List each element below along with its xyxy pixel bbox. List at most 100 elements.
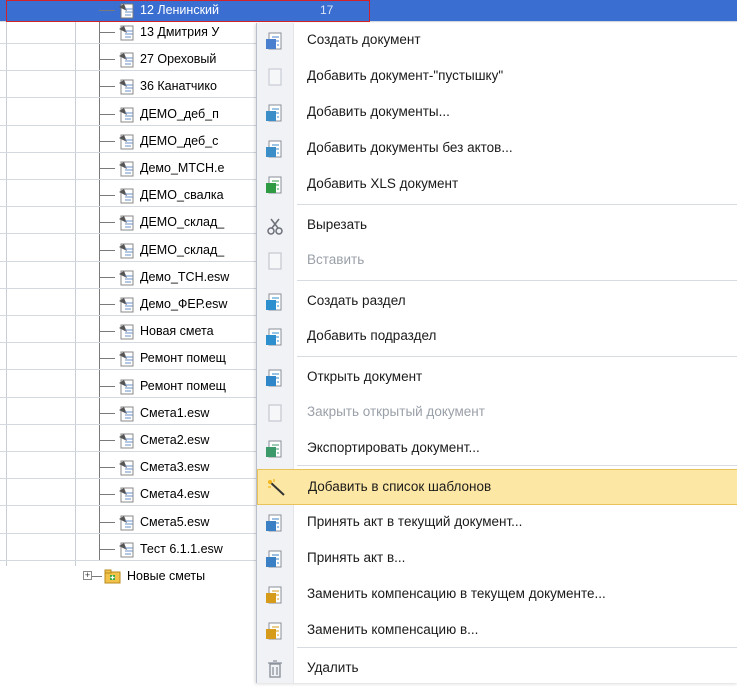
add-subsection-icon	[266, 328, 282, 346]
replace-compensation-current-icon	[266, 586, 282, 604]
menu-item-label: Принять акт в текущий документ...	[307, 514, 523, 529]
menu-separator	[297, 356, 737, 357]
paste-icon	[268, 252, 282, 270]
menu-item-label: Создать документ	[307, 32, 421, 47]
estimate-document-icon	[119, 297, 134, 313]
menu-item-label: Добавить документ-"пустышку"	[307, 68, 504, 83]
menu-item-label: Добавить документы...	[307, 104, 450, 119]
estimate-document-icon	[119, 433, 134, 449]
menu-item-paste[interactable]: Вставить	[257, 243, 737, 279]
tree-row-label: Смета1.esw	[140, 405, 210, 420]
tree-row-label: Смета3.esw	[140, 460, 210, 475]
menu-item-label: Принять акт в...	[307, 550, 406, 565]
tree-row-label: Тест 6.1.1.esw	[140, 541, 223, 556]
menu-item-label: Вырезать	[307, 217, 368, 232]
estimate-document-icon	[119, 351, 134, 367]
tree-row-label: ДЕМО_деб_п	[140, 106, 219, 121]
context-menu: Создать документ Добавить документ-"пусты…	[256, 23, 737, 683]
tree-row-label: Демо_МТСН.е	[140, 161, 225, 175]
tree-row-label: ДЕМО_склад_	[140, 242, 225, 257]
tree-row-label: Новая смета	[140, 324, 214, 339]
menu-item-label: Экспортировать документ...	[307, 440, 480, 455]
menu-item-replace-compensation-current[interactable]: Заменить компенсацию в текущем документе…	[257, 577, 737, 613]
blank-document-icon	[268, 68, 282, 86]
tree-group-new-estimates[interactable]: + Новые сметы	[0, 566, 260, 588]
menu-item-label: Добавить XLS документ	[307, 176, 459, 191]
tree-row-label: Смета2.esw	[140, 433, 210, 447]
menu-item-blank-document[interactable]: Добавить документ-"пустышку"	[257, 59, 737, 95]
estimate-document-icon	[119, 188, 134, 204]
add-documents-icon	[266, 104, 282, 122]
selection-outline	[6, 0, 370, 22]
estimate-document-icon	[119, 107, 134, 123]
menu-separator	[297, 280, 737, 281]
tree-row-label: Смета4.esw	[140, 487, 210, 502]
add-documents-no-acts-icon	[266, 140, 282, 158]
open-document-icon	[266, 369, 282, 387]
menu-item-close-document[interactable]: Закрыть открытый документ	[257, 395, 737, 431]
scissors-icon	[267, 218, 283, 235]
menu-item-label: Открыть документ	[307, 369, 423, 384]
estimate-document-icon	[119, 52, 134, 68]
menu-item-label: Создать раздел	[307, 293, 406, 308]
estimate-document-icon	[119, 270, 134, 286]
estimate-document-icon	[119, 25, 134, 41]
tree-row-label: Демо_ТСН.esw	[140, 269, 230, 284]
menu-item-label: Заменить компенсацию в...	[307, 622, 479, 637]
menu-item-create-section[interactable]: Создать раздел	[257, 284, 737, 320]
menu-item-replace-compensation[interactable]: Заменить компенсацию в...	[257, 613, 737, 649]
accept-act-current-icon	[266, 514, 282, 532]
trash-icon	[268, 660, 282, 678]
tree-row-label: ДЕМО_свалка	[140, 188, 224, 203]
menu-item-add-documents[interactable]: Добавить документы...	[257, 95, 737, 131]
menu-item-label: Добавить в список шаблонов	[308, 479, 492, 494]
tree-row-label: Смета5.esw	[140, 514, 210, 529]
menu-item-label: Удалить	[307, 660, 359, 675]
estimate-document-icon	[119, 487, 134, 503]
estimate-document-icon	[119, 161, 134, 177]
menu-item-magic-wand[interactable]: Добавить в список шаблонов	[257, 469, 737, 505]
folder-icon	[104, 569, 121, 584]
tree-row-label: ДЕМО_склад_	[140, 215, 225, 230]
magic-wand-icon	[268, 479, 285, 496]
menu-item-xls-document[interactable]: Добавить XLS документ	[257, 167, 737, 203]
tree-row-label: Ремонт помещ	[140, 378, 226, 393]
tree-row-label: Демо_ФЕР.esw	[140, 297, 228, 311]
menu-item-add-documents-no-acts[interactable]: Добавить документы без актов...	[257, 131, 737, 167]
xls-document-icon	[266, 176, 282, 194]
accept-act-icon	[266, 550, 282, 568]
estimate-document-icon	[119, 243, 134, 259]
menu-item-label: Вставить	[307, 252, 365, 267]
menu-item-new-document[interactable]: Создать документ	[257, 23, 737, 59]
menu-item-label: Заменить компенсацию в текущем документе…	[307, 586, 606, 601]
estimate-document-icon	[119, 215, 134, 231]
menu-item-accept-act[interactable]: Принять акт в...	[257, 541, 737, 577]
menu-item-accept-act-current[interactable]: Принять акт в текущий документ...	[257, 505, 737, 541]
menu-item-add-subsection[interactable]: Добавить подраздел	[257, 319, 737, 355]
expand-toggle-icon[interactable]: +	[83, 571, 92, 580]
estimate-document-icon	[119, 460, 134, 476]
menu-item-label: Добавить документы без актов...	[307, 140, 513, 155]
tree-row-label: ДЕМО_деб_с	[140, 133, 219, 148]
menu-item-label: Добавить подраздел	[307, 328, 437, 343]
tree-row-label: Ремонт помещ	[140, 351, 226, 366]
menu-item-open-document[interactable]: Открыть документ	[257, 360, 737, 396]
estimate-document-icon	[119, 134, 134, 150]
export-document-icon	[266, 440, 282, 458]
menu-item-export-document[interactable]: Экспортировать документ...	[257, 431, 737, 467]
new-document-icon	[266, 32, 282, 50]
tree-row-label: 13 Дмитрия У	[140, 25, 220, 39]
menu-item-trash[interactable]: Удалить	[257, 651, 737, 687]
menu-separator	[297, 204, 737, 205]
estimate-document-icon	[119, 379, 134, 395]
menu-item-scissors[interactable]: Вырезать	[257, 208, 737, 244]
create-section-icon	[266, 293, 282, 311]
close-document-icon	[268, 404, 282, 422]
estimate-document-icon	[119, 542, 134, 558]
estimate-document-icon	[119, 324, 134, 340]
tree-row-label: 27 Ореховый	[140, 52, 217, 67]
estimate-document-icon	[119, 79, 134, 95]
replace-compensation-icon	[266, 622, 282, 640]
menu-item-label: Закрыть открытый документ	[307, 404, 485, 419]
estimate-document-icon	[119, 515, 134, 531]
